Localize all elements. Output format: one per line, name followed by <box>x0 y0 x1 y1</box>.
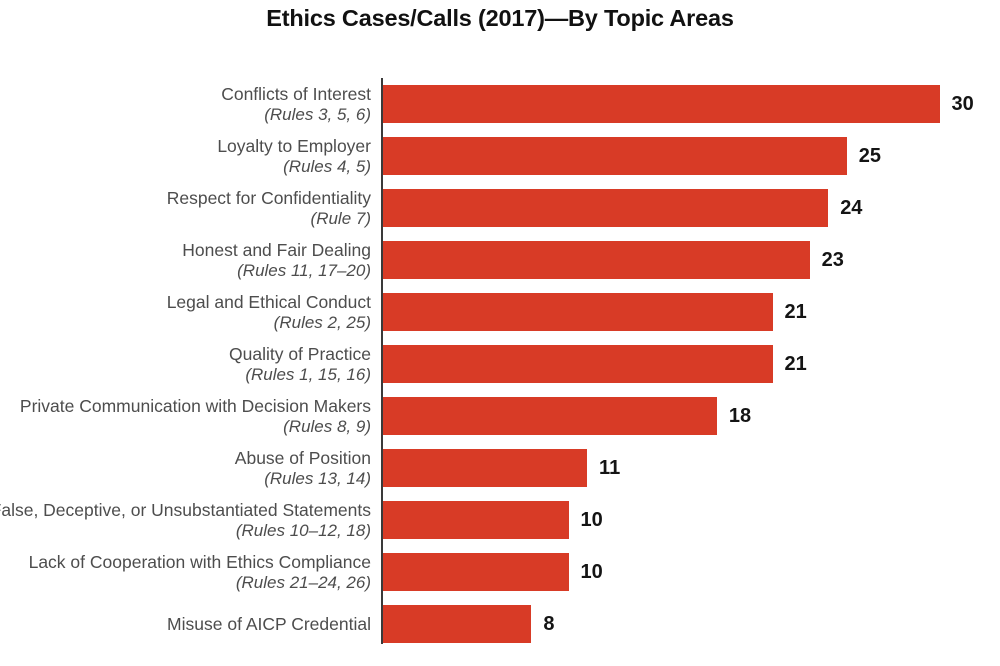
bar[interactable] <box>383 397 717 435</box>
category-name: Private Communication with Decision Make… <box>19 395 371 416</box>
category-label: Abuse of Position (Rules 13, 14) <box>0 442 371 494</box>
category-name: False, Deceptive, or Unsubstantiated Sta… <box>0 499 371 520</box>
bar[interactable] <box>383 501 569 539</box>
bar-row: Lack of Cooperation with Ethics Complian… <box>0 546 1000 598</box>
bar-value-label: 25 <box>858 144 881 167</box>
category-name: Honest and Fair Dealing <box>182 239 371 260</box>
category-label: Misuse of AICP Credential <box>0 598 371 650</box>
bar-row: Honest and Fair Dealing (Rules 11, 17–20)… <box>0 234 1000 286</box>
bar-row: Quality of Practice (Rules 1, 15, 16) 21 <box>0 338 1000 390</box>
bar-row: Misuse of AICP Credential 8 <box>0 598 1000 650</box>
bar-row: Private Communication with Decision Make… <box>0 390 1000 442</box>
bar[interactable] <box>383 553 569 591</box>
bar-chart: Ethics Cases/Calls (2017)—By Topic Areas… <box>0 0 1000 666</box>
bar[interactable] <box>383 85 940 123</box>
category-name: Loyalty to Employer <box>217 135 371 156</box>
bar-value-label: 10 <box>580 560 603 583</box>
category-label: Quality of Practice (Rules 1, 15, 16) <box>0 338 371 390</box>
category-label: False, Deceptive, or Unsubstantiated Sta… <box>0 494 371 546</box>
category-rules-sublabel: (Rules 3, 5, 6) <box>264 104 371 124</box>
bar-value-label: 10 <box>580 508 603 531</box>
category-rules-sublabel: (Rules 21–24, 26) <box>235 572 371 592</box>
category-rules-sublabel: (Rules 11, 17–20) <box>237 260 371 280</box>
plot-area: Conflicts of Interest (Rules 3, 5, 6) 30 Lo… <box>0 78 1000 648</box>
bar[interactable] <box>383 189 829 227</box>
bar[interactable] <box>383 449 588 487</box>
category-name: Respect for Confidentiality <box>166 187 371 208</box>
bar[interactable] <box>383 293 773 331</box>
bar-value-label: 24 <box>840 196 863 219</box>
bar-value-label: 8 <box>543 612 555 635</box>
category-rules-sublabel: (Rules 4, 5) <box>283 156 371 176</box>
bar-value-label: 30 <box>951 92 974 115</box>
category-rules-sublabel: (Rule 7) <box>310 208 371 228</box>
bar-value-label: 23 <box>821 248 844 271</box>
category-label: Lack of Cooperation with Ethics Complian… <box>0 546 371 598</box>
category-label: Private Communication with Decision Make… <box>0 390 371 442</box>
category-name: Abuse of Position <box>234 447 371 468</box>
category-name: Quality of Practice <box>229 343 371 364</box>
category-label: Respect for Confidentiality (Rule 7) <box>0 182 371 234</box>
category-rules-sublabel: (Rules 1, 15, 16) <box>245 364 371 384</box>
bar-row: Conflicts of Interest (Rules 3, 5, 6) 30 <box>0 78 1000 130</box>
category-label: Honest and Fair Dealing (Rules 11, 17–20) <box>0 234 371 286</box>
bar-row: Abuse of Position (Rules 13, 14) 11 <box>0 442 1000 494</box>
bar-value-label: 18 <box>728 404 752 427</box>
bar-row: Loyalty to Employer (Rules 4, 5) 25 <box>0 130 1000 182</box>
category-name: Conflicts of Interest <box>221 83 371 104</box>
category-rules-sublabel: (Rules 10–12, 18) <box>235 520 371 540</box>
bar-row: Respect for Confidentiality (Rule 7) 24 <box>0 182 1000 234</box>
bar-value-label: 21 <box>784 352 807 375</box>
category-name: Lack of Cooperation with Ethics Complian… <box>28 551 371 572</box>
category-rules-sublabel: (Rules 2, 25) <box>273 312 371 332</box>
category-name: Legal and Ethical Conduct <box>166 291 371 312</box>
category-label: Legal and Ethical Conduct (Rules 2, 25) <box>0 286 371 338</box>
bar[interactable] <box>383 241 810 279</box>
category-label: Loyalty to Employer (Rules 4, 5) <box>0 130 371 182</box>
bar[interactable] <box>383 605 532 643</box>
bar-value-label: 11 <box>599 456 621 479</box>
category-rules-sublabel: (Rules 13, 14) <box>264 468 371 488</box>
chart-title: Ethics Cases/Calls (2017)—By Topic Areas <box>266 5 734 31</box>
bar[interactable] <box>383 345 773 383</box>
category-rules-sublabel: (Rules 8, 9) <box>283 416 371 436</box>
category-name: Misuse of AICP Credential <box>167 613 371 634</box>
bar-row: False, Deceptive, or Unsubstantiated Sta… <box>0 494 1000 546</box>
bar[interactable] <box>383 137 847 175</box>
bar-row: Legal and Ethical Conduct (Rules 2, 25) 21 <box>0 286 1000 338</box>
category-label: Conflicts of Interest (Rules 3, 5, 6) <box>0 78 371 130</box>
bar-value-label: 21 <box>784 300 807 323</box>
